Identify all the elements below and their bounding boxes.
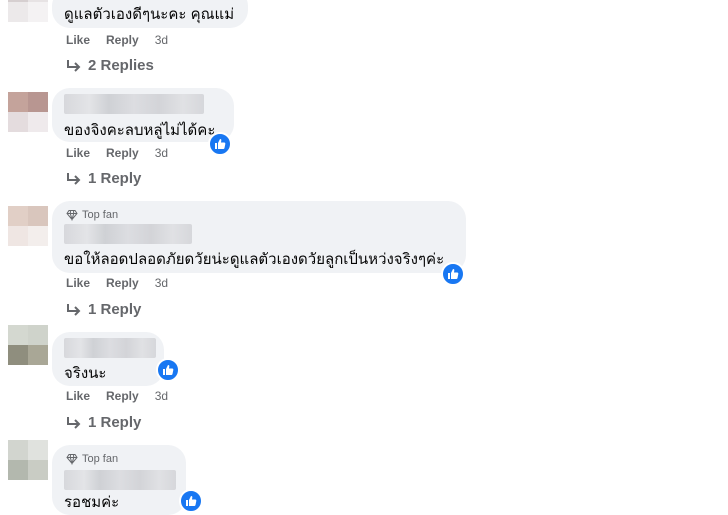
like-button[interactable]: Like [66, 146, 90, 160]
comment-text: จริงนะ [64, 365, 107, 382]
reaction-badge[interactable] [208, 132, 232, 156]
thumbs-up-icon [163, 365, 174, 375]
like-button[interactable]: Like [66, 276, 90, 290]
avatar[interactable] [8, 440, 48, 480]
reply-button[interactable]: Reply [106, 33, 139, 47]
comment-actions: Like Reply 3d [66, 146, 168, 160]
replies-count: 1 Reply [88, 414, 142, 431]
replies-count: 2 Replies [88, 57, 154, 74]
author-name-redacted[interactable] [64, 94, 204, 114]
top-fan-badge: Top fan [66, 453, 118, 465]
view-replies-link[interactable]: 1 Reply [66, 301, 141, 318]
comment-bubble: Top fan รอชมค่ะ [52, 445, 186, 515]
author-name-redacted[interactable] [64, 470, 176, 490]
reply-arrow-icon [67, 172, 81, 185]
comment-text: ขอให้ลอดปลอดภัยดวัยน่ะดูแลตัวเองดวัยลูกเ… [64, 251, 445, 268]
reply-button[interactable]: Reply [106, 389, 139, 403]
reply-arrow-icon [67, 303, 81, 316]
comment-text: รอชมค่ะ [64, 494, 120, 511]
timestamp[interactable]: 3d [155, 33, 168, 47]
like-button[interactable]: Like [66, 389, 90, 403]
avatar[interactable] [8, 92, 48, 132]
replies-count: 1 Reply [88, 170, 142, 187]
reply-arrow-icon [67, 416, 81, 429]
reply-button[interactable]: Reply [106, 146, 139, 160]
like-button[interactable]: Like [66, 33, 90, 47]
timestamp[interactable]: 3d [155, 276, 168, 290]
top-fan-label: Top fan [82, 453, 119, 465]
comment-bubble: Top fan ขอให้ลอดปลอดภัยดวัยน่ะดูแลตัวเอง… [52, 201, 466, 273]
author-name-redacted[interactable] [64, 338, 156, 358]
comment-bubble: ของจิงคะลบหลู่ไม่ได้คะ [52, 88, 234, 142]
view-replies-link[interactable]: 2 Replies [66, 57, 154, 74]
comment-actions: Like Reply 3d [66, 276, 168, 290]
comment-bubble: ดูแลตัวเองดีๆนะคะ คุณแม่ [52, 0, 248, 28]
timestamp[interactable]: 3d [155, 389, 168, 403]
reaction-badge[interactable] [179, 489, 203, 513]
comment-text: ของจิงคะลบหลู่ไม่ได้คะ [64, 122, 216, 139]
thumbs-up-icon [448, 269, 459, 279]
comment-text: ดูแลตัวเองดีๆนะคะ คุณแม่ [64, 6, 235, 23]
thumbs-up-icon [186, 496, 197, 506]
comment-actions: Like Reply 3d [66, 33, 168, 47]
comment-actions: Like Reply 3d [66, 389, 168, 403]
reply-button[interactable]: Reply [106, 276, 139, 290]
comment-bubble: จริงนะ [52, 332, 164, 386]
avatar[interactable] [8, 206, 48, 246]
reaction-badge[interactable] [156, 358, 180, 382]
diamond-icon [66, 210, 78, 221]
diamond-icon [66, 454, 78, 465]
view-replies-link[interactable]: 1 Reply [66, 170, 141, 187]
reply-arrow-icon [67, 59, 81, 72]
avatar[interactable] [8, 325, 48, 365]
author-name-redacted[interactable] [64, 224, 192, 244]
top-fan-badge: Top fan [66, 209, 118, 221]
view-replies-link[interactable]: 1 Reply [66, 414, 141, 431]
thumbs-up-icon [215, 139, 226, 149]
top-fan-label: Top fan [82, 209, 119, 221]
avatar[interactable] [8, 0, 48, 22]
timestamp[interactable]: 3d [155, 146, 168, 160]
reaction-badge[interactable] [441, 262, 465, 286]
replies-count: 1 Reply [88, 301, 142, 318]
